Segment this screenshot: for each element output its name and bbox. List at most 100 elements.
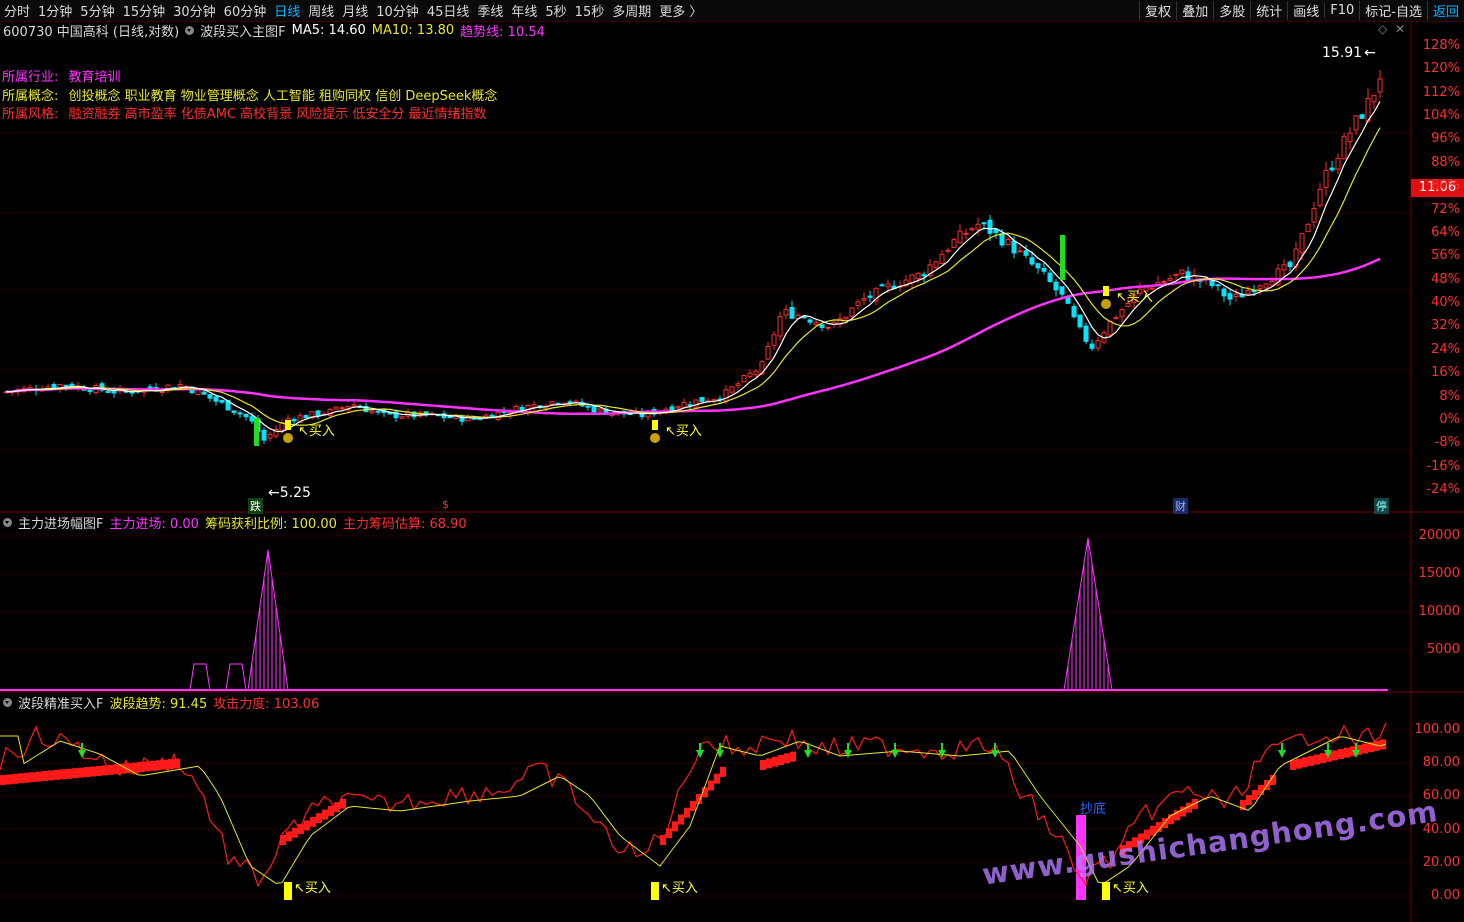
step-block bbox=[48, 770, 54, 781]
signal-bar bbox=[254, 418, 259, 446]
marker-halt[interactable]: 停 bbox=[1374, 498, 1389, 514]
panel2-name[interactable]: 主力进场幅图F bbox=[18, 513, 103, 532]
candle-body bbox=[1245, 290, 1251, 295]
step-block bbox=[684, 807, 690, 818]
tool-button[interactable]: 标记-自选 bbox=[1359, 1, 1427, 20]
period-tab[interactable]: 15秒 bbox=[571, 1, 609, 20]
candle-body bbox=[549, 401, 555, 405]
axis-tick-label: 96% bbox=[1431, 131, 1460, 147]
diamond-icon[interactable]: ◇ bbox=[1378, 22, 1387, 36]
candle-body bbox=[1209, 280, 1215, 287]
period-tab[interactable]: 年线 bbox=[507, 1, 541, 20]
candle-body bbox=[1281, 264, 1287, 271]
candlesticks bbox=[3, 69, 1383, 444]
candle-body bbox=[1221, 288, 1227, 297]
period-tab[interactable]: 季线 bbox=[473, 1, 507, 20]
buy-bar-p3 bbox=[651, 882, 659, 900]
candle-body bbox=[195, 389, 201, 395]
period-tab[interactable]: 分时 bbox=[0, 1, 34, 20]
candle-body bbox=[291, 418, 297, 422]
tool-button[interactable]: 统计 bbox=[1250, 1, 1287, 20]
period-tab[interactable]: 5秒 bbox=[541, 1, 570, 20]
axis-tick-label: -8% bbox=[1434, 435, 1460, 451]
candle-body bbox=[771, 334, 777, 346]
buy-label: ↖买入 bbox=[298, 424, 335, 439]
bottom-signal-label: 抄底 bbox=[1080, 802, 1107, 817]
candle-body bbox=[819, 324, 825, 328]
dropdown-icon[interactable] bbox=[185, 25, 195, 35]
tool-button[interactable]: F10 bbox=[1324, 3, 1359, 18]
period-tab[interactable]: 15分钟 bbox=[119, 1, 170, 20]
period-tab[interactable]: 更多 〉 bbox=[655, 1, 706, 20]
candle-body bbox=[699, 397, 705, 402]
panel2-dropdown-icon[interactable] bbox=[3, 517, 12, 527]
high-price-value: 15.91 bbox=[1322, 45, 1363, 61]
candle-body bbox=[945, 249, 951, 252]
marker-finance[interactable]: 财 bbox=[1173, 498, 1188, 514]
tool-button[interactable]: 复权 bbox=[1139, 1, 1176, 20]
candle-body bbox=[783, 308, 789, 316]
tool-button[interactable]: 返回 bbox=[1426, 1, 1464, 20]
period-tab[interactable]: 多周期 bbox=[608, 1, 655, 20]
signal-bar bbox=[1060, 235, 1065, 280]
period-tab[interactable]: 60分钟 bbox=[220, 1, 271, 20]
candle-body bbox=[1083, 325, 1089, 342]
period-tab[interactable]: 10分钟 bbox=[372, 1, 423, 20]
candle-body bbox=[1095, 340, 1101, 349]
step-block bbox=[54, 769, 60, 780]
step-block bbox=[132, 762, 138, 773]
candle-body bbox=[1005, 238, 1011, 245]
candle-body bbox=[693, 399, 699, 408]
candle-body bbox=[375, 410, 381, 413]
candle-body bbox=[1107, 320, 1113, 336]
panel3-name[interactable]: 波段精准买入F bbox=[18, 693, 103, 712]
candle-body bbox=[1089, 343, 1095, 349]
candle-body bbox=[1299, 233, 1305, 254]
marker-dollar[interactable]: $ bbox=[442, 498, 449, 511]
period-tab[interactable]: 周线 bbox=[304, 1, 338, 20]
chart-canvas[interactable] bbox=[0, 0, 1464, 922]
candle-body bbox=[1113, 317, 1119, 320]
candle-body bbox=[1347, 132, 1353, 143]
axis-tick-label: 15000 bbox=[1418, 566, 1460, 581]
step-block bbox=[18, 773, 24, 784]
candle-body bbox=[333, 406, 339, 410]
period-tab[interactable]: 1分钟 bbox=[34, 1, 76, 20]
panel2-grid bbox=[0, 535, 1410, 651]
panel2-v3: 主力筹码估算: 68.90 bbox=[342, 516, 467, 532]
stock-title[interactable]: 600730 中国高科 (日线,对数) bbox=[3, 21, 179, 40]
buy-bar-p3 bbox=[284, 882, 292, 900]
tool-button[interactable]: 画线 bbox=[1287, 1, 1324, 20]
ma10-value: MA10: 13.80 bbox=[371, 22, 455, 38]
period-tab[interactable]: 日线 bbox=[270, 1, 304, 20]
tool-buttons: 复权 叠加 多股 统计 画线 F10 标记-自选 返回 bbox=[1139, 0, 1464, 21]
axis-tick-label: 56% bbox=[1431, 248, 1460, 264]
plateau-line bbox=[225, 663, 247, 691]
panel3-dropdown-icon[interactable] bbox=[3, 697, 12, 707]
candle-body bbox=[1185, 271, 1191, 281]
period-tab[interactable]: 5分钟 bbox=[76, 1, 118, 20]
period-tab[interactable]: 月线 bbox=[338, 1, 372, 20]
candle-body bbox=[1305, 223, 1311, 233]
candle-body bbox=[369, 410, 375, 414]
candle-body bbox=[1257, 285, 1263, 289]
ma5-line bbox=[5, 101, 1381, 433]
panel-frames bbox=[0, 22, 1464, 922]
panel2-v1: 主力进场: 0.00 bbox=[109, 516, 199, 532]
step-block bbox=[144, 761, 150, 772]
candle-body bbox=[219, 400, 225, 403]
buy-label-p3: ↖买入 bbox=[294, 881, 331, 896]
period-tab[interactable]: 30分钟 bbox=[169, 1, 220, 20]
candle-body bbox=[201, 391, 207, 395]
indicator-name[interactable]: 波段买入主图F bbox=[200, 21, 285, 40]
tool-button[interactable]: 多股 bbox=[1213, 1, 1250, 20]
step-block bbox=[72, 768, 78, 779]
step-block bbox=[42, 771, 48, 782]
tool-button[interactable]: 叠加 bbox=[1176, 1, 1213, 20]
period-tab[interactable]: 45日线 bbox=[423, 1, 474, 20]
axis-tick-label: 16% bbox=[1431, 365, 1460, 381]
step-block bbox=[78, 767, 84, 778]
candle-body bbox=[1017, 250, 1023, 253]
candle-body bbox=[1161, 280, 1167, 283]
close-icon[interactable]: ✕ bbox=[1395, 22, 1405, 36]
